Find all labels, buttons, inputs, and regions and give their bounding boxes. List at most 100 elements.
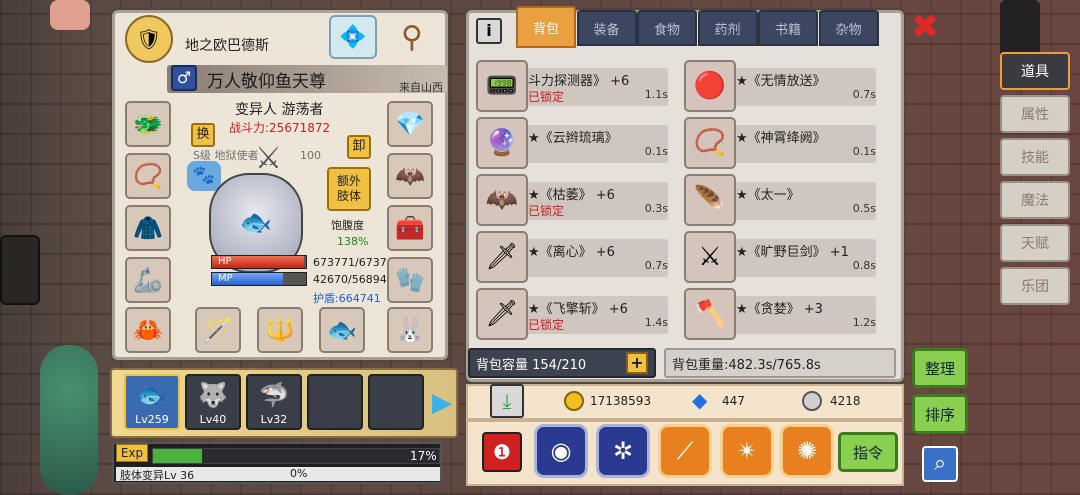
search-icon[interactable]: ⌕ (922, 446, 958, 482)
item-time: 0.7s (644, 259, 668, 272)
item-row[interactable]: 🔴 ★《无情放送》 0.7s (684, 60, 884, 114)
item-locked: 已锁定 (528, 318, 565, 332)
exp-bar-fill (153, 449, 202, 463)
item-row[interactable]: 🦇 ★《枯萎》 +6 已锁定 0.3s (476, 174, 676, 228)
item-name: ★《枯萎》 +6 (528, 188, 615, 203)
tab-1[interactable]: 装备 (576, 10, 637, 46)
character-panel: 🛡 地之欧巴德斯 💠 ⚲ ♂ 万人敬仰鱼天尊 来自山西 变异人 游荡者 战斗力:… (112, 10, 448, 360)
side-tab-2[interactable]: 技能 (1000, 138, 1070, 176)
item-time: 0.8s (852, 259, 876, 272)
character-name: 地之欧巴德斯 (185, 38, 269, 54)
sort-button[interactable]: 整理 (912, 348, 968, 388)
equip-slot-arm[interactable]: 🦾 (125, 257, 171, 303)
download-button[interactable]: ⤓ (490, 384, 524, 418)
gear-skill-icon[interactable]: ✲ (596, 424, 650, 478)
tab-0[interactable]: 背包 (516, 6, 576, 48)
item-icon: 📿 (684, 117, 736, 169)
mp-label: MP (218, 273, 233, 284)
side-tab-3[interactable]: 魔法 (1000, 181, 1070, 219)
item-row[interactable]: 🗡 ★《飞擎斩》 +6 已锁定 1.4s (476, 288, 676, 342)
equip-slot-boots[interactable]: 🐰 (387, 307, 433, 353)
companion-slot[interactable]: 🐺 Lv40 (185, 374, 241, 430)
unequip-button[interactable]: 卸 (347, 135, 371, 159)
item-icon: 📟 (476, 60, 528, 112)
extra-limb-button[interactable]: 额外 肢体 (327, 167, 371, 211)
gold-amount: 17138593 (590, 394, 652, 408)
close-icon[interactable]: ✖ (908, 10, 942, 44)
item-name: ★《飞擎斩》 +6 (528, 302, 628, 317)
game-screen: ✖ 🛡 地之欧巴德斯 💠 ⚲ ♂ 万人敬仰鱼天尊 来自山西 变异人 游荡者 战斗… (0, 0, 1080, 495)
companion-level: Lv32 (260, 413, 288, 426)
companion-slot[interactable] (307, 374, 363, 430)
side-tab-0[interactable]: 道具 (1000, 52, 1070, 90)
item-row[interactable]: ⚔ ★《旷野巨剑》 +1 0.8s (684, 231, 884, 285)
item-name: ★《神霄绛阙》 (736, 131, 826, 146)
equip-slot-neck[interactable]: 📿 (125, 153, 171, 199)
item-name: ★《旷野巨剑》 +1 (736, 245, 849, 260)
equip-slot-legs[interactable]: 🦀 (125, 307, 171, 353)
item-row[interactable]: 🗡 ★《离心》 +6 0.7s (476, 231, 676, 285)
equip-slot-glove[interactable]: 🧤 (387, 257, 433, 303)
companion-level: Lv259 (135, 413, 169, 426)
tab-2[interactable]: 食物 (637, 10, 697, 46)
card-book-button[interactable]: ❶ (482, 432, 522, 472)
scroll-right-icon[interactable]: ▶ (432, 386, 452, 420)
equip-slot-weapon-2[interactable]: 🔱 (257, 307, 303, 353)
mp-value: 42670/56894 (313, 273, 387, 286)
side-tab-1[interactable]: 属性 (1000, 95, 1070, 133)
item-row[interactable]: 🪶 ★《太一》 0.5s (684, 174, 884, 228)
background-statue-left (0, 235, 40, 305)
equip-slot-chest[interactable]: 🧰 (387, 205, 433, 251)
companion-slot[interactable]: 🐟 Lv259 (124, 374, 180, 430)
item-icon: 🔴 (684, 60, 736, 112)
power-label: 战斗力:25671872 (229, 121, 331, 135)
hanger-icon[interactable]: ⚲ (385, 15, 439, 59)
exp-label: Exp (116, 444, 148, 462)
companion-slot[interactable] (368, 374, 424, 430)
item-time: 1.1s (644, 88, 668, 101)
void-skill-icon[interactable]: ◉ (534, 424, 588, 478)
claw-skill-icon[interactable]: ⟋ (658, 424, 712, 478)
companion-slot[interactable]: 🦈 Lv32 (246, 374, 302, 430)
item-row[interactable]: 🪓 ★《贪婪》 +3 1.2s (684, 288, 884, 342)
exp-bar (152, 448, 440, 464)
command-button[interactable]: 指令 (838, 432, 898, 472)
item-time: 0.5s (852, 202, 876, 215)
companion-icon: 🐟 (137, 381, 167, 409)
swap-button[interactable]: 换 (191, 123, 215, 147)
info-button[interactable]: i (476, 18, 502, 44)
equip-slot-head[interactable]: 🐲 (125, 101, 171, 147)
exp-percent: 17% (410, 449, 437, 463)
item-row[interactable]: 📟 斗力探测器》 +6 已锁定 1.1s (476, 60, 676, 114)
item-icon: 🗡 (476, 231, 528, 283)
order-button[interactable]: 排序 (912, 394, 968, 434)
tab-4[interactable]: 书籍 (758, 10, 818, 46)
item-row[interactable]: 📿 ★《神霄绛阙》 0.1s (684, 117, 884, 171)
diamond-icon: ◆ (692, 388, 708, 412)
crystal-icon[interactable]: 💠 (329, 15, 377, 59)
hp-bar: HP (211, 255, 307, 269)
equip-slot-badge[interactable]: 💎 (387, 101, 433, 147)
item-icon: 🦇 (476, 174, 528, 226)
weight-label: 背包重量:482.3s/765.8s (672, 358, 821, 373)
shuriken-skill-icon[interactable]: ✴ (720, 424, 774, 478)
equip-slot-body[interactable]: 🧥 (125, 205, 171, 251)
equip-slot-cape[interactable]: 🦇 (387, 153, 433, 199)
tab-3[interactable]: 药剂 (697, 10, 758, 46)
origin-label: 来自山西 (399, 81, 443, 94)
extra-limb-label: 额外 肢体 (336, 174, 361, 203)
background-tree (40, 345, 98, 495)
equip-slot-weapon-3[interactable]: 🐟 (319, 307, 365, 353)
expand-capacity-button[interactable]: + (626, 352, 648, 374)
equip-slot-weapon-1[interactable]: 🪄 (195, 307, 241, 353)
side-tab-4[interactable]: 天赋 (1000, 224, 1070, 262)
tab-5[interactable]: 杂物 (818, 10, 879, 46)
item-row[interactable]: 🔮 ★《云辫琉璃》 0.1s (476, 117, 676, 171)
item-name: ★《贪婪》 +3 (736, 302, 823, 317)
item-icon: 🪶 (684, 174, 736, 226)
fire-skill-icon[interactable]: ✺ (780, 424, 834, 478)
hp-label: HP (218, 256, 232, 267)
side-tab-5[interactable]: 乐团 (1000, 267, 1070, 305)
limb-level-percent: 0% (290, 467, 308, 480)
background-character (50, 0, 90, 30)
